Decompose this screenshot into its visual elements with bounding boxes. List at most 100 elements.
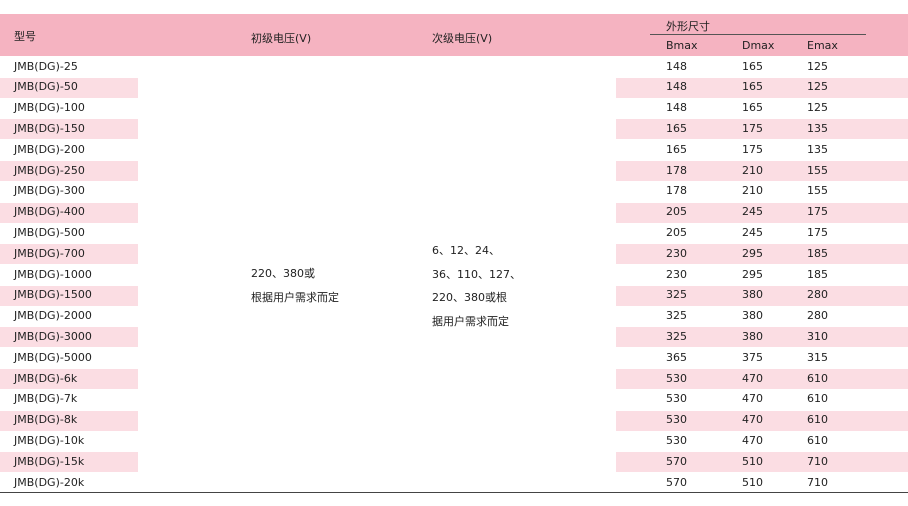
model-cell: JMB(DG)-25 xyxy=(14,59,78,73)
dmax-cell: 470 xyxy=(742,413,763,427)
bmax-cell: 325 xyxy=(666,309,687,323)
dmax-cell: 165 xyxy=(742,59,763,73)
model-cell: JMB(DG)-700 xyxy=(14,246,85,260)
header-primary-voltage: 初级电压(V) xyxy=(251,32,312,45)
dmax-cell: 470 xyxy=(742,433,763,447)
model-cell: JMB(DG)-100 xyxy=(14,101,85,115)
emax-cell: 710 xyxy=(807,475,828,489)
bmax-cell: 148 xyxy=(666,101,687,115)
dmax-cell: 210 xyxy=(742,184,763,198)
dmax-cell: 295 xyxy=(742,246,763,260)
model-cell: JMB(DG)-7k xyxy=(14,392,78,406)
dmax-cell: 165 xyxy=(742,80,763,94)
bmax-cell: 530 xyxy=(666,413,687,427)
dmax-cell: 175 xyxy=(742,121,763,135)
emax-cell: 610 xyxy=(807,413,828,427)
model-cell: JMB(DG)-10k xyxy=(14,433,85,447)
dimensions-underline xyxy=(650,34,866,35)
emax-cell: 155 xyxy=(807,163,828,177)
bmax-cell: 530 xyxy=(666,371,687,385)
bmax-cell: 365 xyxy=(666,350,687,364)
bmax-cell: 178 xyxy=(666,184,687,198)
model-cell: JMB(DG)-200 xyxy=(14,142,85,156)
bmax-cell: 325 xyxy=(666,288,687,302)
table-row: JMB(DG)-15k 570 510 710 xyxy=(0,452,908,473)
dmax-cell: 380 xyxy=(742,288,763,302)
header-model: 型号 xyxy=(14,30,36,43)
dmax-cell: 380 xyxy=(742,309,763,323)
header-emax: Emax xyxy=(807,39,838,52)
table-row: JMB(DG)-20k 570 510 710 xyxy=(0,473,908,494)
bmax-cell: 205 xyxy=(666,205,687,219)
emax-cell: 315 xyxy=(807,350,828,364)
header-secondary-voltage: 次级电压(V) xyxy=(432,32,493,45)
emax-cell: 610 xyxy=(807,371,828,385)
emax-cell: 155 xyxy=(807,184,828,198)
bmax-cell: 178 xyxy=(666,163,687,177)
spec-table: 型号 初级电压(V) 次级电压(V) 外形尺寸 Bmax Dmax Emax J… xyxy=(0,0,908,506)
model-cell: JMB(DG)-150 xyxy=(14,121,85,135)
model-cell: JMB(DG)-5000 xyxy=(14,350,92,364)
emax-cell: 710 xyxy=(807,454,828,468)
bmax-cell: 325 xyxy=(666,329,687,343)
secondary-voltage-line: 220、380或根 xyxy=(432,291,507,304)
dmax-cell: 245 xyxy=(742,205,763,219)
dmax-cell: 510 xyxy=(742,475,763,489)
bmax-cell: 148 xyxy=(666,59,687,73)
model-cell: JMB(DG)-300 xyxy=(14,184,85,198)
emax-cell: 175 xyxy=(807,225,828,239)
bmax-cell: 148 xyxy=(666,80,687,94)
table-row: JMB(DG)-5000 365 375 315 xyxy=(0,348,908,369)
emax-cell: 280 xyxy=(807,309,828,323)
model-cell: JMB(DG)-2000 xyxy=(14,309,92,323)
dmax-cell: 210 xyxy=(742,163,763,177)
secondary-voltage-line: 6、12、24、 xyxy=(432,244,500,257)
model-cell: JMB(DG)-400 xyxy=(14,205,85,219)
table-row: JMB(DG)-400 205 245 175 xyxy=(0,202,908,223)
bmax-cell: 570 xyxy=(666,454,687,468)
bmax-cell: 530 xyxy=(666,392,687,406)
emax-cell: 125 xyxy=(807,59,828,73)
bmax-cell: 530 xyxy=(666,433,687,447)
table-row: JMB(DG)-6k 530 470 610 xyxy=(0,369,908,390)
table-row: JMB(DG)-10k 530 470 610 xyxy=(0,431,908,452)
table-row: JMB(DG)-200 165 175 135 xyxy=(0,140,908,161)
dmax-cell: 165 xyxy=(742,101,763,115)
emax-cell: 610 xyxy=(807,392,828,406)
emax-cell: 185 xyxy=(807,267,828,281)
emax-cell: 610 xyxy=(807,433,828,447)
bmax-cell: 205 xyxy=(666,225,687,239)
secondary-voltage-line: 据用户需求而定 xyxy=(432,314,509,328)
bmax-cell: 165 xyxy=(666,121,687,135)
dmax-cell: 380 xyxy=(742,329,763,343)
emax-cell: 135 xyxy=(807,142,828,156)
dmax-cell: 375 xyxy=(742,350,763,364)
model-cell: JMB(DG)-250 xyxy=(14,163,85,177)
emax-cell: 280 xyxy=(807,288,828,302)
dmax-cell: 510 xyxy=(742,454,763,468)
table-row: JMB(DG)-25 148 165 125 xyxy=(0,57,908,78)
emax-cell: 185 xyxy=(807,246,828,260)
table-row: JMB(DG)-100 148 165 125 xyxy=(0,98,908,119)
table-row: JMB(DG)-250 178 210 155 xyxy=(0,161,908,182)
model-cell: JMB(DG)-1500 xyxy=(14,288,92,302)
bmax-cell: 570 xyxy=(666,475,687,489)
table-row: JMB(DG)-8k 530 470 610 xyxy=(0,410,908,431)
primary-voltage-line: 根据用户需求而定 xyxy=(251,290,339,304)
model-cell: JMB(DG)-1000 xyxy=(14,267,92,281)
dmax-cell: 245 xyxy=(742,225,763,239)
model-cell: JMB(DG)-15k xyxy=(14,454,85,468)
secondary-voltage-cell: 6、12、24、 36、110、127、 220、380或根 据用户需求而定 xyxy=(432,239,521,333)
model-cell: JMB(DG)-8k xyxy=(14,413,78,427)
dmax-cell: 470 xyxy=(742,392,763,406)
primary-voltage-cell: 220、380或 根据用户需求而定 xyxy=(251,262,339,309)
header-dimensions: 外形尺寸 xyxy=(666,20,710,33)
model-cell: JMB(DG)-20k xyxy=(14,475,85,489)
bmax-cell: 230 xyxy=(666,267,687,281)
emax-cell: 135 xyxy=(807,121,828,135)
emax-cell: 125 xyxy=(807,101,828,115)
dmax-cell: 470 xyxy=(742,371,763,385)
bottom-rule xyxy=(0,492,908,493)
dmax-cell: 295 xyxy=(742,267,763,281)
emax-cell: 125 xyxy=(807,80,828,94)
